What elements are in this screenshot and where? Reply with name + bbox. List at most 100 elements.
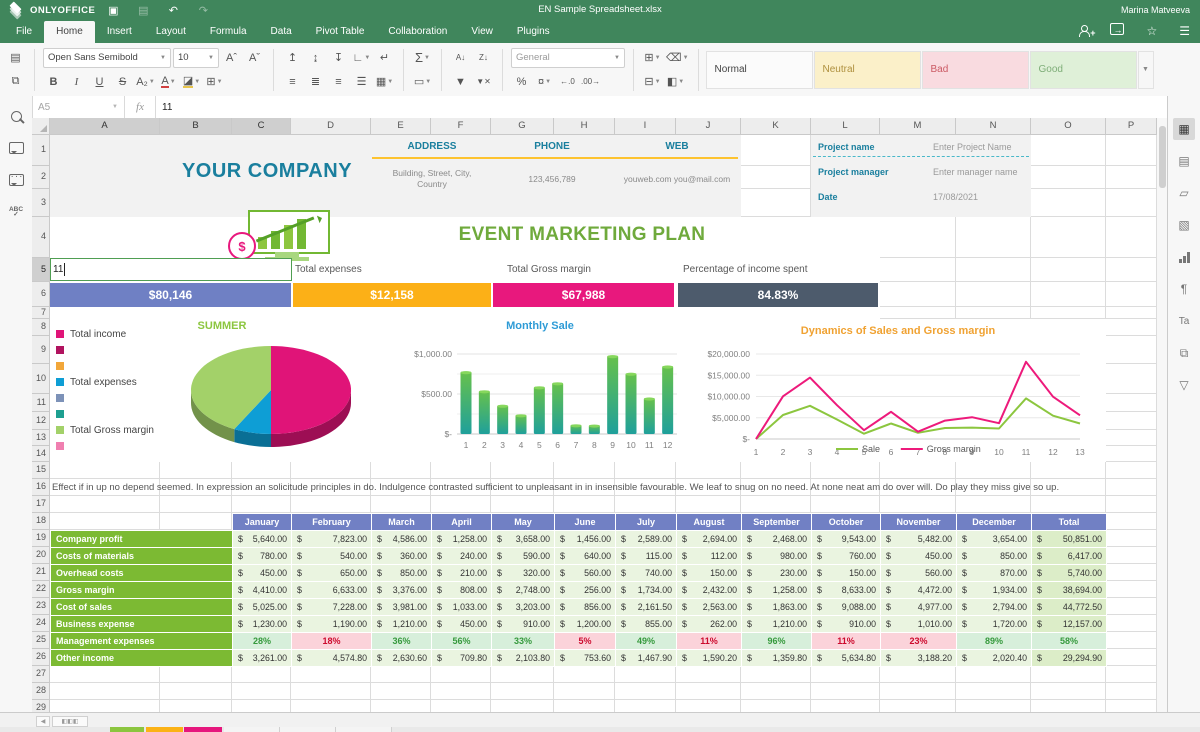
percent-cell[interactable]: 36% xyxy=(372,633,432,650)
row-header-19[interactable]: 19 xyxy=(32,530,50,547)
font-size-select[interactable]: 10▼ xyxy=(173,48,219,68)
money-cell[interactable]: $740.00 xyxy=(616,565,677,582)
money-cell[interactable]: $590.00 xyxy=(492,548,555,565)
money-cell[interactable]: $1,863.00 xyxy=(742,599,812,616)
money-cell[interactable]: $1,230.00 xyxy=(233,616,292,633)
money-cell[interactable]: $150.00 xyxy=(812,565,881,582)
money-cell[interactable]: $3,658.00 xyxy=(492,531,555,548)
money-cell[interactable]: $3,188.20 xyxy=(881,650,957,667)
chat-icon[interactable] xyxy=(0,168,32,192)
row-header-17[interactable]: 17 xyxy=(32,496,50,513)
total-money-cell[interactable]: $29,294.90 xyxy=(1032,650,1107,667)
row-header-9[interactable]: 9 xyxy=(32,336,50,364)
money-cell[interactable]: $2,103.80 xyxy=(492,650,555,667)
month-header[interactable]: June xyxy=(555,514,616,531)
cell-style-normal[interactable]: Normal xyxy=(706,51,813,89)
row-header-25[interactable]: 25 xyxy=(32,632,50,649)
row-header-26[interactable]: 26 xyxy=(32,649,50,666)
cell-style-neutral[interactable]: Neutral xyxy=(814,51,921,89)
image-settings-icon[interactable]: ▧ xyxy=(1173,214,1195,236)
worksheet[interactable]: YOUR COMPANY ADDRESS PHONE WEB Building,… xyxy=(32,118,1157,712)
money-cell[interactable]: $2,694.00 xyxy=(677,531,742,548)
cell-settings-icon[interactable]: ▦ xyxy=(1173,118,1195,140)
row-label[interactable]: Gross margin xyxy=(51,582,233,599)
row-header-28[interactable]: 28 xyxy=(32,683,50,700)
row-header-20[interactable]: 20 xyxy=(32,547,50,564)
money-cell[interactable]: $5,634.80 xyxy=(812,650,881,667)
money-cell[interactable]: $2,589.00 xyxy=(616,531,677,548)
fill-color-icon[interactable]: ◪▼ xyxy=(181,72,202,91)
cell-style-gallery-dropdown-icon[interactable]: ▼ xyxy=(1138,51,1154,89)
row-header-16[interactable]: 16 xyxy=(32,479,50,496)
row-label[interactable]: Management expenses xyxy=(51,633,233,650)
money-cell[interactable]: $1,734.00 xyxy=(616,582,677,599)
money-cell[interactable]: $4,574.80 xyxy=(292,650,372,667)
money-cell[interactable]: $560.00 xyxy=(555,565,616,582)
money-cell[interactable]: $3,654.00 xyxy=(957,531,1032,548)
align-right-icon[interactable]: ≡ xyxy=(328,72,349,91)
cell-style-good[interactable]: Good xyxy=(1030,51,1137,89)
percent-cell[interactable]: 49% xyxy=(616,633,677,650)
money-cell[interactable]: $4,977.00 xyxy=(881,599,957,616)
percent-cell[interactable]: 11% xyxy=(812,633,881,650)
money-cell[interactable]: $2,020.40 xyxy=(957,650,1032,667)
slicer-settings-icon[interactable]: ▽ xyxy=(1173,374,1195,396)
money-cell[interactable]: $240.00 xyxy=(432,548,492,565)
row-header-4[interactable]: 4 xyxy=(32,217,50,258)
percent-cell[interactable]: 18% xyxy=(292,633,372,650)
month-header[interactable]: November xyxy=(881,514,957,531)
percent-cell[interactable]: 56% xyxy=(432,633,492,650)
money-cell[interactable]: $3,203.00 xyxy=(492,599,555,616)
money-cell[interactable]: $4,586.00 xyxy=(372,531,432,548)
money-cell[interactable]: $3,376.00 xyxy=(372,582,432,599)
subscript-icon[interactable]: A₂▼ xyxy=(135,72,156,91)
row-header-10[interactable]: 10 xyxy=(32,364,50,394)
money-cell[interactable]: $2,161.50 xyxy=(616,599,677,616)
open-file-location-icon[interactable] xyxy=(1110,23,1124,39)
autosum-icon[interactable]: Σ▼ xyxy=(412,48,433,67)
column-header-E[interactable]: E xyxy=(371,118,431,135)
sheet-tab[interactable] xyxy=(146,727,183,732)
row-header-7[interactable]: 7 xyxy=(32,307,50,319)
row-header-12[interactable]: 12 xyxy=(32,412,50,430)
column-header-G[interactable]: G xyxy=(491,118,554,135)
text-orientation-icon[interactable]: ∟▼ xyxy=(351,48,372,67)
tab-file[interactable]: File xyxy=(4,21,44,43)
percent-cell[interactable]: 28% xyxy=(233,633,292,650)
currency-style-icon[interactable]: ¤▼ xyxy=(534,72,555,91)
tab-home[interactable]: Home xyxy=(44,21,95,43)
month-header[interactable]: March xyxy=(372,514,432,531)
money-cell[interactable]: $115.00 xyxy=(616,548,677,565)
kpi-value-bar[interactable]: $80,146 xyxy=(50,283,291,307)
column-header-N[interactable]: N xyxy=(956,118,1031,135)
column-header-A[interactable]: A xyxy=(50,118,160,135)
row-header-5[interactable]: 5 xyxy=(32,258,50,282)
money-cell[interactable]: $850.00 xyxy=(372,565,432,582)
row-header-22[interactable]: 22 xyxy=(32,581,50,598)
month-header[interactable]: September xyxy=(742,514,812,531)
clear-icon[interactable]: ⌫▼ xyxy=(665,48,690,67)
cell-name-box[interactable]: A5▼ xyxy=(32,96,125,118)
bar-chart[interactable]: $1,000.00$500.00$-123456789101112 xyxy=(395,332,685,467)
column-header-F[interactable]: F xyxy=(431,118,491,135)
bold-icon[interactable]: B xyxy=(43,72,64,91)
money-cell[interactable]: $2,630.60 xyxy=(372,650,432,667)
money-cell[interactable]: $910.00 xyxy=(812,616,881,633)
copy-icon[interactable]: ⧉ xyxy=(5,72,26,91)
align-top-icon[interactable]: ↥ xyxy=(282,48,303,67)
underline-icon[interactable]: U xyxy=(89,72,110,91)
merge-cells-icon[interactable]: ▦▼ xyxy=(374,72,395,91)
favorite-star-icon[interactable]: ☆ xyxy=(1146,23,1157,39)
money-cell[interactable]: $360.00 xyxy=(372,548,432,565)
active-cell-editor[interactable]: 11 xyxy=(50,258,292,281)
money-cell[interactable]: $5,025.00 xyxy=(233,599,292,616)
money-cell[interactable]: $1,258.00 xyxy=(432,531,492,548)
kpi-value-bar[interactable]: $67,988 xyxy=(493,283,674,307)
tab-view[interactable]: View xyxy=(459,21,505,43)
row-label[interactable]: Business expense xyxy=(51,616,233,633)
money-cell[interactable]: $980.00 xyxy=(742,548,812,565)
borders-icon[interactable]: ⊞▼ xyxy=(204,72,225,91)
justify-icon[interactable]: ☰ xyxy=(351,72,372,91)
money-cell[interactable]: $450.00 xyxy=(432,616,492,633)
row-header-14[interactable]: 14 xyxy=(32,446,50,462)
